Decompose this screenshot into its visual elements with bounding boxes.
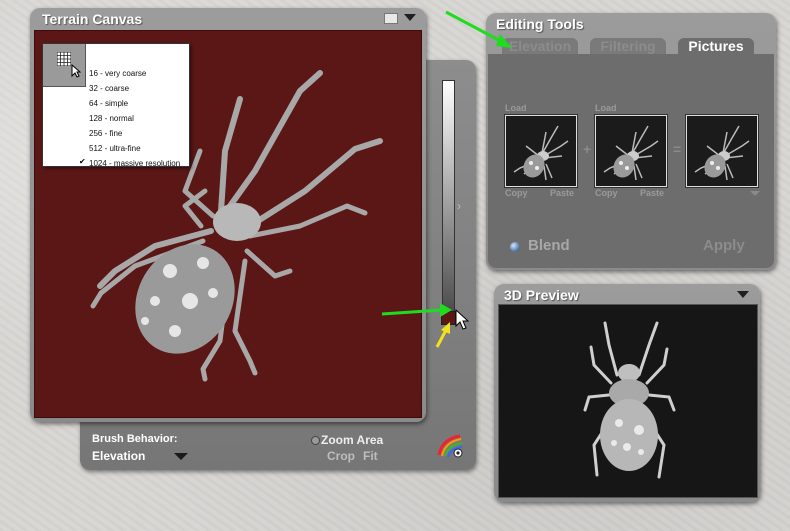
apply-button[interactable]: Apply xyxy=(703,237,745,254)
resolution-option-128[interactable]: 128 - normal xyxy=(89,114,134,123)
slider-tick-icon: › xyxy=(457,199,461,213)
brush-behavior-label: Brush Behavior: xyxy=(92,433,178,445)
result-menu-icon[interactable] xyxy=(750,191,760,196)
pictures-tab-content: Load Load + = Copy Paste Copy Paste Blen… xyxy=(488,54,774,268)
panel-menu-icon[interactable] xyxy=(737,291,749,298)
resolution-option-512[interactable]: 512 - ultra-fine xyxy=(89,144,141,153)
brush-behavior-select[interactable]: Elevation xyxy=(92,449,145,463)
picture-slot-1[interactable] xyxy=(505,115,577,187)
resolution-option-32[interactable]: 32 - coarse xyxy=(89,84,129,93)
picture-slot-2[interactable] xyxy=(595,115,667,187)
picture-result xyxy=(686,115,758,187)
3d-preview-panel: 3D Preview xyxy=(494,284,760,502)
spider-thumbnail xyxy=(603,125,659,181)
fit-button[interactable]: Fit xyxy=(363,449,378,463)
tab-elevation[interactable]: Elevation xyxy=(502,38,578,54)
spider-thumbnail xyxy=(513,125,569,181)
resolution-menu[interactable]: 16 - very coarse 32 - coarse 64 - simple… xyxy=(42,43,190,168)
3d-preview-viewport[interactable] xyxy=(498,304,758,498)
color-wheel-icon[interactable] xyxy=(436,433,464,459)
tab-filtering[interactable]: Filtering xyxy=(590,38,666,54)
blend-radio[interactable] xyxy=(510,242,520,252)
checkmark-icon: ✔ xyxy=(79,157,86,166)
load-button-1[interactable]: Load xyxy=(505,103,527,113)
resolution-button[interactable] xyxy=(43,44,86,87)
panel-title: Terrain Canvas xyxy=(42,11,143,27)
spider-3d-render xyxy=(583,321,676,479)
load-button-2[interactable]: Load xyxy=(595,103,617,113)
spider-thumbnail xyxy=(694,125,750,181)
editing-tools-panel: Editing Tools Elevation Filtering Pictur… xyxy=(486,13,776,270)
copy-button-2[interactable]: Copy xyxy=(595,188,618,198)
paste-button-1[interactable]: Paste xyxy=(550,188,574,198)
tab-pictures[interactable]: Pictures xyxy=(678,38,754,54)
plus-operator: + xyxy=(583,141,592,157)
resolution-option-1024[interactable]: 1024 - massive resolution xyxy=(89,159,180,168)
brush-behavior-dropdown-icon[interactable] xyxy=(174,453,188,460)
copy-button-1[interactable]: Copy xyxy=(505,188,528,198)
panel-title: Editing Tools xyxy=(496,16,584,32)
resolution-option-256[interactable]: 256 - fine xyxy=(89,129,122,138)
panel-menu-icon[interactable] xyxy=(404,14,416,21)
crop-button[interactable]: Crop xyxy=(327,449,355,463)
resolution-option-64[interactable]: 64 - simple xyxy=(89,99,128,108)
resolution-option-16[interactable]: 16 - very coarse xyxy=(89,69,146,78)
equals-operator: = xyxy=(673,141,682,157)
zoom-area-radio[interactable] xyxy=(311,436,320,445)
panel-title: 3D Preview xyxy=(504,287,579,303)
height-color-swatch[interactable] xyxy=(441,311,456,325)
grid-icon xyxy=(57,52,71,66)
paste-button-2[interactable]: Paste xyxy=(640,188,664,198)
window-resize-icon[interactable] xyxy=(384,13,398,24)
height-gradient-bar[interactable] xyxy=(442,80,455,316)
terrain-canvas-panel: Terrain Canvas 16 - very coarse 32 - coa… xyxy=(30,8,426,422)
blend-label[interactable]: Blend xyxy=(528,237,570,254)
pointer-icon xyxy=(71,64,81,78)
zoom-area-button[interactable]: Zoom Area xyxy=(321,433,383,447)
